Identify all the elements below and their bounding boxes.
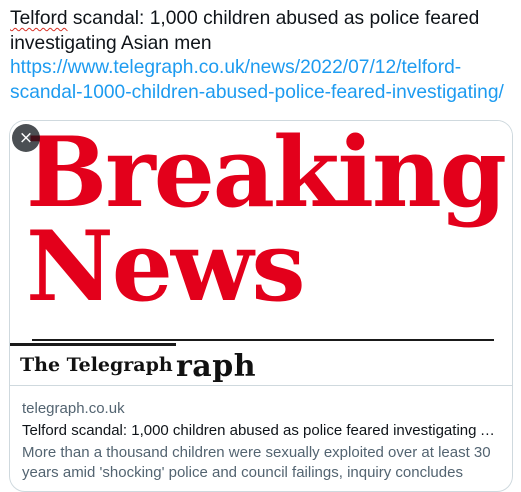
close-icon[interactable]: × (12, 124, 40, 152)
card-description: More than a thousand children were sexua… (22, 444, 491, 481)
card-meta[interactable]: telegraph.co.uk Telford scandal: 1,000 c… (10, 385, 512, 491)
news-headline: News (26, 210, 306, 323)
masthead-partial-text: raph (176, 349, 257, 384)
card-domain: telegraph.co.uk (22, 400, 125, 417)
misspelled-word[interactable]: Telford (10, 8, 68, 29)
card-image[interactable]: Breaking News raph The Telegraph (10, 121, 512, 385)
article-link[interactable]: https://www.telegraph.co.uk/news/2022/07… (10, 57, 504, 103)
divider-rule (32, 339, 494, 341)
card-title: Telford scandal: 1,000 children abused a… (22, 422, 500, 439)
tweet-compose-text[interactable]: Telford scandal: 1,000 children abused a… (10, 7, 510, 105)
telegraph-logo: The Telegraph (20, 354, 173, 376)
compose-text-body: scandal: 1,000 children abused as police… (10, 8, 480, 54)
telegraph-masthead: The Telegraph (10, 343, 176, 385)
link-preview-card[interactable]: Breaking News raph The Telegraph × teleg… (9, 120, 513, 492)
